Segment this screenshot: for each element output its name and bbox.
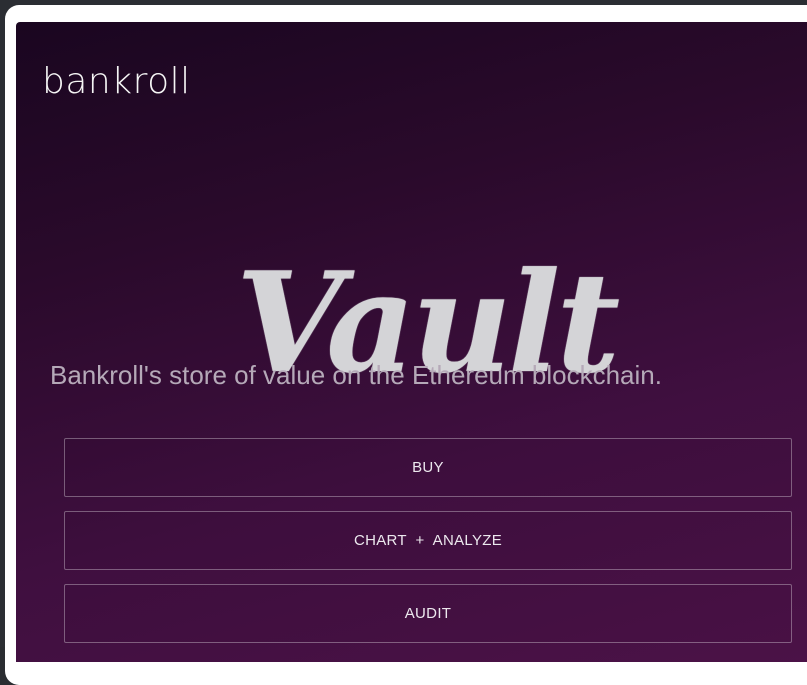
vault-page: bankroll Vault Bankroll's store of value… <box>16 22 807 662</box>
bankroll-logo[interactable]: bankroll <box>42 64 191 100</box>
viewport: bankroll Vault Bankroll's store of value… <box>0 0 807 685</box>
buy-button[interactable]: BUY <box>64 438 792 497</box>
chart-analyze-button-label: CHART + ANALYZE <box>353 532 503 549</box>
action-button-list: BUY CHART + ANALYZE AUDIT <box>64 438 792 657</box>
buy-button-label: BUY <box>412 459 444 476</box>
vault-tagline: Bankroll's store of value on the Ethereu… <box>50 360 662 390</box>
chart-analyze-button[interactable]: CHART + ANALYZE <box>64 511 792 570</box>
audit-button[interactable]: AUDIT <box>64 584 792 643</box>
audit-button-label: AUDIT <box>404 605 452 622</box>
